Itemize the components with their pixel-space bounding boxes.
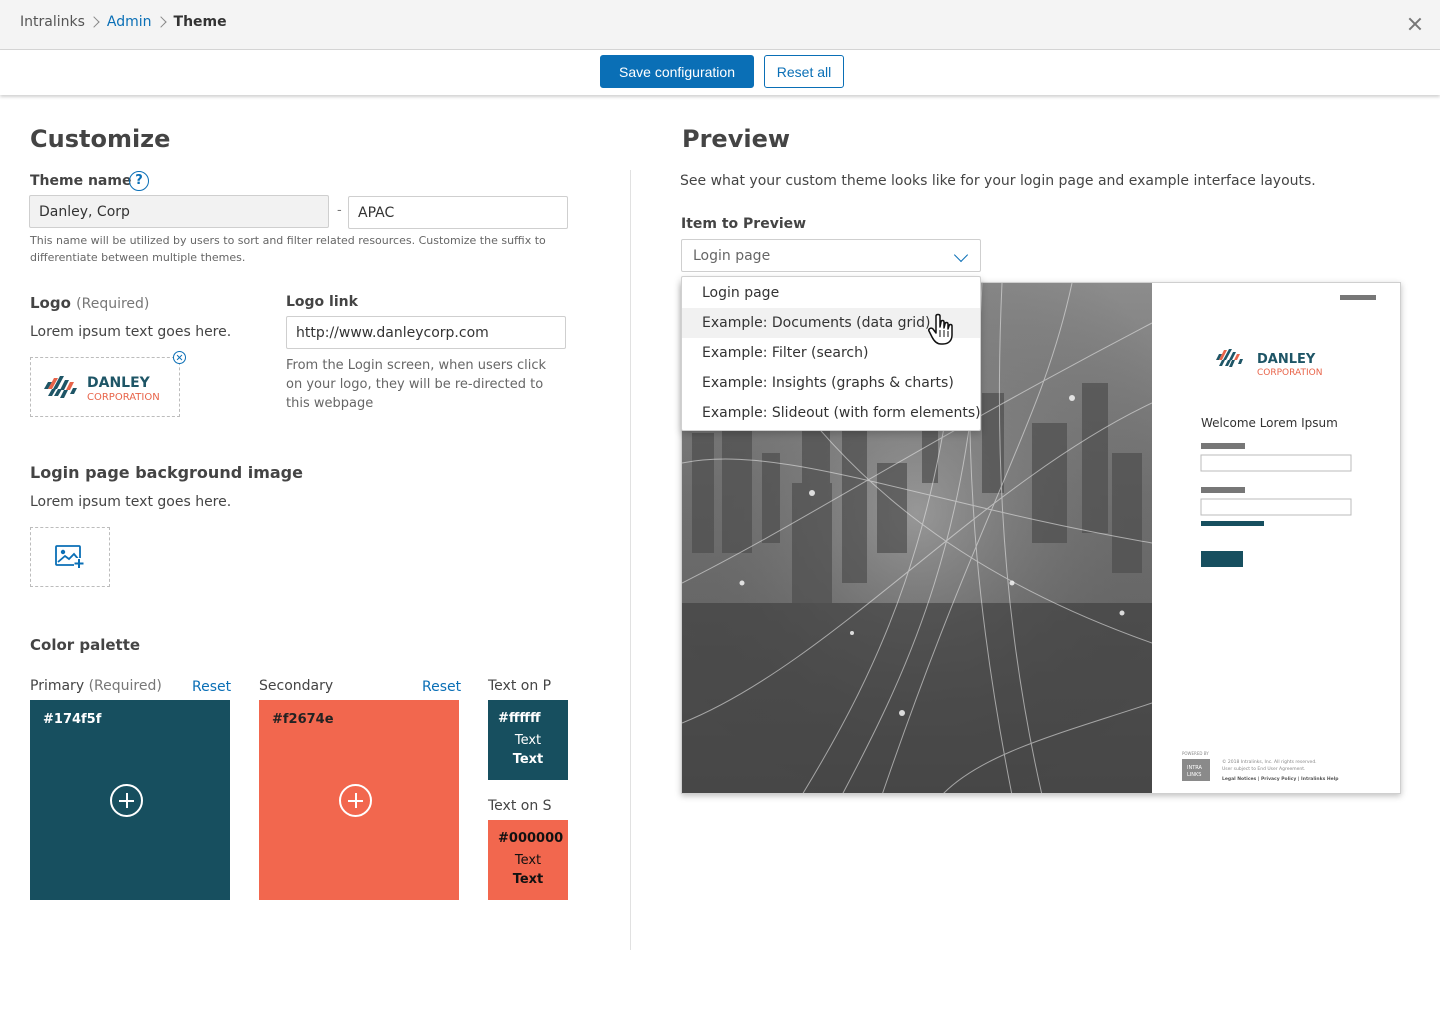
logo-link-label: Logo link xyxy=(286,294,358,310)
breadcrumb-admin[interactable]: Admin xyxy=(107,14,152,30)
close-icon[interactable] xyxy=(1406,12,1424,34)
option-slideout[interactable]: Example: Slideout (with form elements) xyxy=(682,398,981,428)
theme-suffix-input[interactable] xyxy=(348,196,568,229)
primary-color-swatch[interactable]: #174f5f xyxy=(30,700,230,900)
text-on-secondary-swatch[interactable]: #000000 Text Text xyxy=(488,820,568,900)
text-on-primary-label: Text on P xyxy=(488,678,552,694)
color-palette-label: Color palette xyxy=(30,636,141,654)
secondary-reset-link[interactable]: Reset xyxy=(422,679,461,695)
breadcrumb-current: Theme xyxy=(173,14,227,30)
background-image-description: Lorem ipsum text goes here. xyxy=(30,494,232,510)
theme-name-input[interactable] xyxy=(29,195,329,228)
preview-brand-main: DANLEY xyxy=(1257,352,1316,367)
powered-by: POWERED BY xyxy=(1182,751,1209,756)
preview-welcome: Welcome Lorem Ipsum xyxy=(1201,416,1338,430)
hand-cursor-icon xyxy=(928,313,953,345)
preview-description: See what your custom theme looks like fo… xyxy=(680,173,1316,189)
secondary-hex: #f2674e xyxy=(272,712,334,727)
preview-brand-sub: CORPORATION xyxy=(1257,368,1322,378)
logo-brand-main: DANLEY xyxy=(87,375,151,391)
top-bar: Intralinks Admin Theme xyxy=(0,0,1440,50)
preview-agreement: User subject to End User Agreement. xyxy=(1222,766,1305,772)
text-on-secondary-hex: #000000 xyxy=(498,831,564,846)
add-circle-icon[interactable] xyxy=(339,784,372,817)
customize-title: Customize xyxy=(30,125,171,153)
chevron-right-icon xyxy=(154,16,167,28)
logo-upload-box[interactable]: DANLEY CORPORATION xyxy=(30,357,180,417)
text-on-primary-hex: #ffffff xyxy=(498,711,541,726)
text-on-secondary-sample: Text xyxy=(514,853,542,868)
theme-name-hint: This name will be utilized by users to s… xyxy=(30,234,546,264)
intralinks-badge-top: INTRA xyxy=(1187,765,1203,771)
logo-label: Logo (Required) xyxy=(30,294,150,312)
text-on-primary-sample: Text xyxy=(514,733,542,748)
text-on-primary-sample-bold: Text xyxy=(512,752,544,767)
preview-title: Preview xyxy=(682,125,791,153)
option-insights[interactable]: Example: Insights (graphs & charts) xyxy=(682,368,980,398)
primary-reset-link[interactable]: Reset xyxy=(192,679,231,695)
column-divider xyxy=(630,170,631,950)
preview-footer-links: Legal Notices | Privacy Policy | Intrali… xyxy=(1222,776,1339,782)
remove-logo-icon[interactable] xyxy=(173,351,186,364)
breadcrumb: Intralinks Admin Theme xyxy=(20,14,227,30)
text-on-primary-swatch[interactable]: #ffffff Text Text xyxy=(488,700,568,780)
logo-description: Lorem ipsum text goes here. xyxy=(30,324,232,340)
preview-copyright: © 2018 Intralinks, Inc. All rights reser… xyxy=(1222,758,1317,765)
logo-brand-sub: CORPORATION xyxy=(87,392,160,403)
add-image-icon xyxy=(55,545,84,568)
help-icon[interactable]: ? xyxy=(129,171,149,191)
background-image-label: Login page background image xyxy=(30,463,303,482)
text-on-secondary-label: Text on S xyxy=(488,798,552,814)
option-login-page[interactable]: Login page xyxy=(682,278,980,308)
theme-name-separator: - xyxy=(337,203,342,218)
text-on-secondary-sample-bold: Text xyxy=(512,872,544,887)
chevron-right-icon xyxy=(88,16,100,28)
item-to-preview-value: Login page xyxy=(693,248,771,264)
item-to-preview-select[interactable]: Login page xyxy=(681,239,981,272)
save-configuration-button[interactable]: Save configuration xyxy=(600,55,754,88)
danley-logo: DANLEY CORPORATION xyxy=(44,375,160,403)
secondary-color-label: Secondary xyxy=(259,678,334,694)
logo-link-input[interactable] xyxy=(286,316,566,349)
logo-link-hint: From the Login screen, when users click … xyxy=(286,358,547,411)
login-form-mock: DANLEY CORPORATION Welcome Lorem Ipsum P… xyxy=(1182,349,1352,782)
intralinks-badge-bottom: LINKS xyxy=(1187,772,1201,778)
theme-name-label: Theme name xyxy=(30,173,132,189)
primary-color-label: Primary (Required) xyxy=(30,678,162,694)
action-bar: Save configuration Reset all xyxy=(0,50,1440,95)
add-circle-icon[interactable] xyxy=(110,784,143,817)
primary-hex: #174f5f xyxy=(43,712,102,727)
login-panel: DANLEY CORPORATION Welcome Lorem Ipsum P… xyxy=(1152,283,1400,793)
chevron-down-icon xyxy=(953,247,969,263)
background-upload-box[interactable] xyxy=(30,527,110,587)
secondary-color-swatch[interactable]: #f2674e xyxy=(259,700,459,900)
reset-all-button[interactable]: Reset all xyxy=(764,55,844,88)
breadcrumb-root[interactable]: Intralinks xyxy=(20,14,85,30)
item-to-preview-dropdown: Login page Example: Documents (data grid… xyxy=(681,276,981,431)
item-to-preview-label: Item to Preview xyxy=(681,216,807,232)
